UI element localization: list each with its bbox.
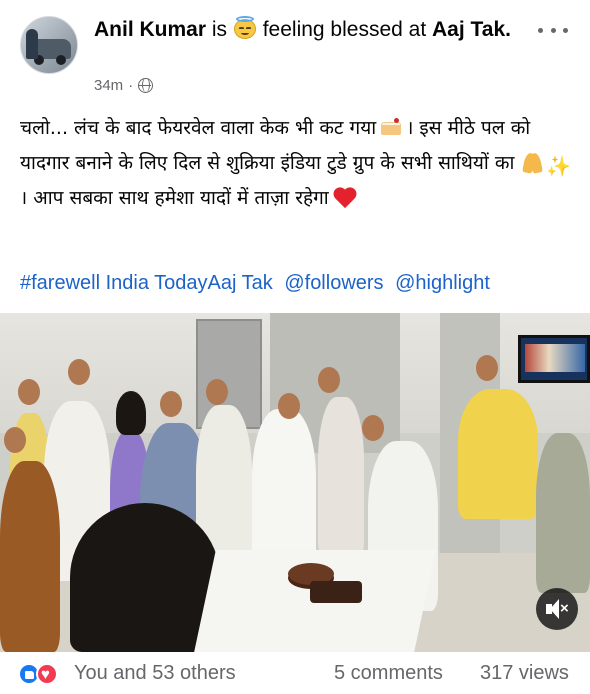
post-time[interactable]: 34m — [94, 77, 123, 94]
comments-count[interactable]: 5 comments — [334, 662, 443, 685]
views-count: 317 views — [480, 662, 569, 684]
person — [70, 503, 220, 652]
hashtag-farewell[interactable]: #farewell India TodayAaj Tak — [20, 272, 273, 294]
post-text-part-1: चलो... लंच के बाद फेयरवेल वाला केक भी कट… — [20, 117, 377, 139]
post-tags: #farewell India TodayAaj Tak @followers … — [20, 272, 496, 295]
innocent-face-icon — [233, 16, 257, 40]
love-icon — [36, 663, 58, 685]
sparkles-icon: ✨ — [546, 154, 572, 178]
person-head — [476, 355, 498, 381]
person — [0, 461, 60, 652]
meta-separator: · — [128, 77, 134, 94]
globe-icon — [138, 78, 154, 93]
avatar-person — [26, 29, 38, 59]
post-footer: You and 53 others 5 comments 317 views — [0, 652, 590, 694]
is-word: is — [211, 18, 228, 41]
person-head — [278, 393, 300, 419]
mention-followers[interactable]: @followers — [284, 272, 383, 294]
person-head — [318, 367, 340, 393]
person-hair — [116, 391, 146, 435]
dark-cake — [310, 581, 362, 603]
avatar[interactable] — [20, 16, 78, 74]
avatar-wheel — [56, 55, 66, 65]
post-video[interactable] — [0, 313, 590, 652]
cake-icon — [380, 118, 402, 136]
person — [458, 389, 538, 519]
person-head — [68, 359, 90, 385]
post-text-part-3: । आप सबका साथ हमेशा यादों में ताज़ा रहेग… — [20, 187, 329, 209]
person — [536, 433, 590, 593]
feeling-text: feeling blessed at — [262, 18, 427, 41]
post-meta: 34m · — [94, 77, 154, 94]
reactions-summary[interactable]: You and 53 others — [74, 662, 236, 685]
more-options-icon[interactable] — [538, 26, 568, 34]
person-head — [160, 391, 182, 417]
author-line: Anil Kumar is feeling blessed at Aaj Tak… — [94, 15, 514, 44]
post-text: चलो... लंच के बाद फेयरवेल वाला केक भी कट… — [20, 111, 576, 216]
person-head — [18, 379, 40, 405]
folded-hands-icon — [520, 151, 546, 174]
place-link[interactable]: Aaj Tak. — [432, 18, 511, 41]
mention-highlight[interactable]: @highlight — [395, 272, 490, 294]
reaction-icons[interactable] — [18, 663, 66, 685]
red-heart-icon — [333, 186, 359, 208]
person-head — [206, 379, 228, 405]
wall-tv — [518, 335, 590, 383]
person-head — [362, 415, 384, 441]
person-head — [4, 427, 26, 453]
mute-button[interactable]: × — [536, 588, 578, 630]
author-name[interactable]: Anil Kumar — [94, 18, 206, 41]
person — [318, 397, 364, 557]
post-header: Anil Kumar is feeling blessed at Aaj Tak… — [0, 0, 590, 100]
